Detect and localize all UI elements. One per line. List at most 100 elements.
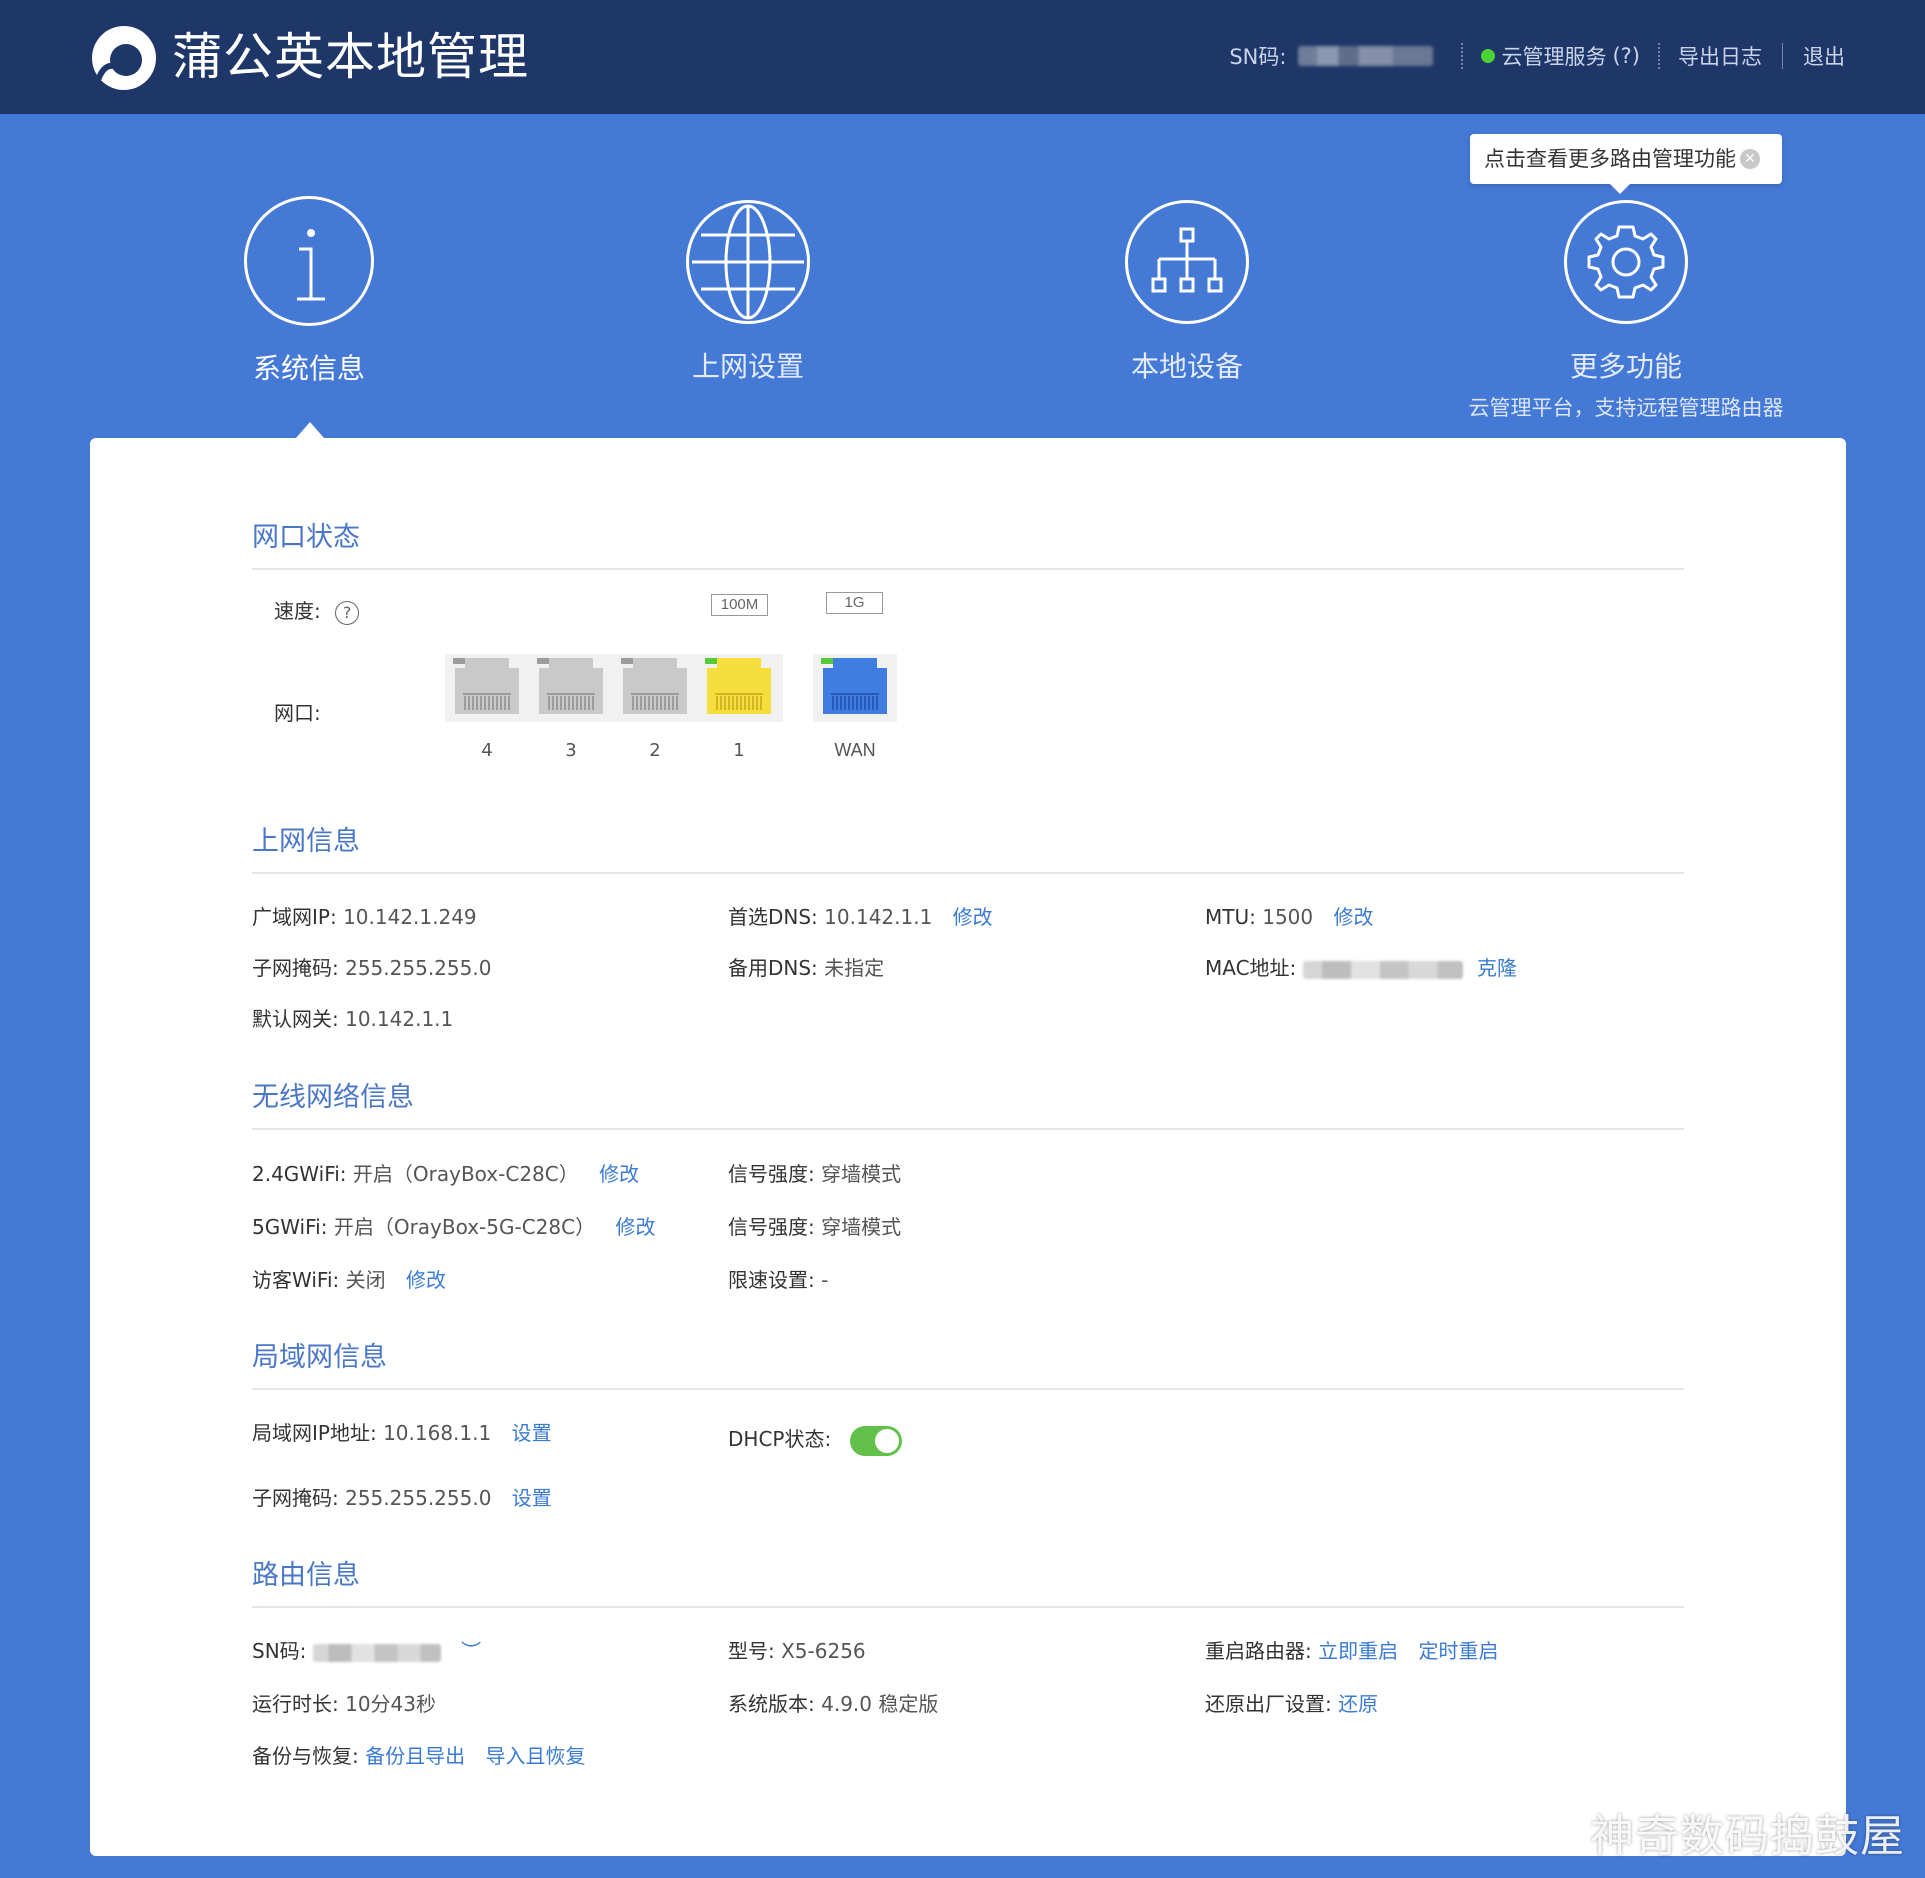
signal-value: 穿墙模式 bbox=[821, 1215, 902, 1239]
ethernet-port-icon bbox=[453, 658, 519, 714]
ethernet-port-icon bbox=[621, 658, 687, 714]
nav-internet-settings[interactable]: 上网设置 bbox=[598, 200, 898, 386]
wifi5-modify-link[interactable]: 修改 bbox=[615, 1215, 655, 1239]
dns1-label: 首选DNS: bbox=[728, 905, 818, 929]
version-label: 系统版本: bbox=[728, 1692, 815, 1716]
cloud-service-link[interactable]: 云管理服务 bbox=[1501, 41, 1606, 71]
signal-label: 信号强度: bbox=[728, 1162, 815, 1186]
backup-label: 备份与恢复: bbox=[252, 1744, 359, 1768]
wan-ip-row: 广域网IP: 10.142.1.249 bbox=[252, 902, 477, 932]
lan-subnet-set-link[interactable]: 设置 bbox=[512, 1486, 552, 1510]
signal24-row: 信号强度: 穿墙模式 bbox=[728, 1159, 901, 1189]
tooltip-text: 点击查看更多路由管理功能 bbox=[1484, 147, 1736, 171]
port-number: 2 bbox=[649, 740, 661, 761]
section-title-router-info: 路由信息 bbox=[252, 1558, 1684, 1608]
subnet-label: 子网掩码: bbox=[252, 956, 339, 980]
ethernet-port-active-icon bbox=[705, 658, 771, 714]
section-title-internet-info: 上网信息 bbox=[252, 824, 1684, 874]
router-sn-label: SN码: bbox=[252, 1639, 307, 1663]
dns2-row: 备用DNS: 未指定 bbox=[728, 953, 884, 983]
sn-value-redacted bbox=[1298, 46, 1434, 66]
uptime-label: 运行时长: bbox=[252, 1692, 339, 1716]
import-restore-link[interactable]: 导入且恢复 bbox=[485, 1744, 585, 1768]
lan-ip-label: 局域网IP地址: bbox=[252, 1421, 377, 1445]
mac-value-redacted bbox=[1302, 960, 1463, 979]
mtu-value: 1500 bbox=[1262, 905, 1314, 929]
wifi5-value: 开启（OrayBox-5G-C28C） bbox=[333, 1215, 596, 1239]
top-header: 蒲公英本地管理 SN码: 云管理服务 (?) 导出日志 退出 bbox=[0, 0, 1925, 114]
port-number: 1 bbox=[733, 740, 745, 761]
model-value: X5-6256 bbox=[781, 1639, 866, 1663]
nav-local-devices[interactable]: 本地设备 bbox=[1037, 200, 1337, 386]
guest-wifi-row: 访客WiFi: 关闭 修改 bbox=[252, 1265, 446, 1295]
nav-more-features[interactable]: 更多功能 云管理平台，支持远程管理路由器 bbox=[1469, 200, 1784, 422]
gateway-value: 10.142.1.1 bbox=[345, 1007, 454, 1031]
signal-label: 信号强度: bbox=[728, 1215, 815, 1239]
router-sn-row: SN码: ︶ bbox=[252, 1636, 481, 1666]
lan-subnet-value: 255.255.255.0 bbox=[345, 1486, 492, 1510]
wifi24-modify-link[interactable]: 修改 bbox=[599, 1162, 639, 1186]
factory-reset-row: 还原出厂设置: 还原 bbox=[1205, 1689, 1378, 1719]
cloud-status-dot-icon bbox=[1481, 49, 1496, 63]
wan-port-group bbox=[813, 654, 897, 722]
active-tab-pointer bbox=[296, 422, 324, 438]
guest-wifi-modify-link[interactable]: 修改 bbox=[406, 1268, 446, 1292]
wifi24-row: 2.4GWiFi: 开启（OrayBox-C28C） 修改 bbox=[252, 1159, 639, 1189]
cloud-help-link[interactable]: (?) bbox=[1612, 44, 1640, 68]
header-divider bbox=[1658, 43, 1660, 69]
logout-link[interactable]: 退出 bbox=[1803, 41, 1845, 71]
close-icon[interactable]: ✕ bbox=[1740, 149, 1760, 169]
signal5-row: 信号强度: 穿墙模式 bbox=[728, 1212, 901, 1242]
globe-icon bbox=[686, 200, 810, 324]
version-row: 系统版本: 4.9.0 稳定版 bbox=[728, 1689, 938, 1719]
mac-clone-link[interactable]: 克隆 bbox=[1477, 956, 1517, 980]
router-sn-redacted bbox=[312, 1643, 441, 1662]
more-features-tooltip: 点击查看更多路由管理功能 ✕ bbox=[1470, 134, 1782, 194]
speed-limit-label: 限速设置: bbox=[728, 1268, 815, 1292]
section-title-wireless-info: 无线网络信息 bbox=[252, 1080, 1684, 1130]
help-icon[interactable]: ? bbox=[335, 600, 360, 625]
nav-label: 本地设备 bbox=[1130, 350, 1243, 383]
version-value: 4.9.0 稳定版 bbox=[821, 1692, 939, 1716]
eye-closed-icon[interactable]: ︶ bbox=[461, 1639, 481, 1663]
lan-ip-value: 10.168.1.1 bbox=[383, 1421, 492, 1445]
reboot-row: 重启路由器: 立即重启 定时重启 bbox=[1205, 1636, 1498, 1666]
header-actions: SN码: 云管理服务 (?) 导出日志 退出 bbox=[1229, 38, 1845, 74]
dns2-value: 未指定 bbox=[824, 956, 885, 980]
header-divider bbox=[1461, 43, 1464, 69]
ports-label: 网口: bbox=[274, 701, 321, 725]
mtu-row: MTU: 1500 修改 bbox=[1205, 902, 1373, 932]
guest-wifi-label: 访客WiFi: bbox=[252, 1268, 340, 1292]
lan-subnet-label: 子网掩码: bbox=[252, 1486, 339, 1510]
dns-modify-link[interactable]: 修改 bbox=[953, 905, 993, 929]
mac-label: MAC地址: bbox=[1205, 956, 1297, 980]
factory-reset-link[interactable]: 还原 bbox=[1338, 1692, 1378, 1716]
watermark: 神奇数码捣鼓屋 bbox=[1590, 1811, 1905, 1862]
export-log-link[interactable]: 导出日志 bbox=[1678, 41, 1762, 71]
subnet-row: 子网掩码: 255.255.255.0 bbox=[252, 953, 491, 983]
nav-sublabel: 云管理平台，支持远程管理路由器 bbox=[1468, 396, 1784, 420]
speed-limit-row: 限速设置: - bbox=[728, 1265, 828, 1295]
backup-row: 备份与恢复: 备份且导出 导入且恢复 bbox=[252, 1741, 585, 1771]
mtu-modify-link[interactable]: 修改 bbox=[1333, 905, 1373, 929]
uptime-value: 10分43秒 bbox=[345, 1692, 437, 1716]
info-icon bbox=[244, 196, 374, 326]
port-number: 4 bbox=[481, 740, 493, 761]
mtu-label: MTU: bbox=[1205, 905, 1256, 929]
mac-row: MAC地址: 克隆 bbox=[1205, 953, 1517, 983]
reboot-timed-link[interactable]: 定时重启 bbox=[1418, 1639, 1498, 1663]
subnet-value: 255.255.255.0 bbox=[345, 956, 492, 980]
ethernet-port-icon bbox=[537, 658, 603, 714]
speed-label: 速度: bbox=[274, 599, 321, 623]
dhcp-toggle[interactable] bbox=[850, 1426, 902, 1456]
reboot-now-link[interactable]: 立即重启 bbox=[1318, 1639, 1398, 1663]
lan-subnet-row: 子网掩码: 255.255.255.0 设置 bbox=[252, 1483, 552, 1513]
wan-ip-value: 10.142.1.249 bbox=[343, 905, 477, 929]
network-tree-icon bbox=[1125, 200, 1249, 324]
guest-wifi-value: 关闭 bbox=[345, 1268, 386, 1292]
backup-export-link[interactable]: 备份且导出 bbox=[365, 1744, 465, 1768]
gateway-row: 默认网关: 10.142.1.1 bbox=[252, 1004, 453, 1034]
lan-ip-set-link[interactable]: 设置 bbox=[512, 1421, 552, 1445]
model-row: 型号: X5-6256 bbox=[728, 1636, 866, 1666]
nav-system-info[interactable]: 系统信息 bbox=[159, 196, 459, 388]
